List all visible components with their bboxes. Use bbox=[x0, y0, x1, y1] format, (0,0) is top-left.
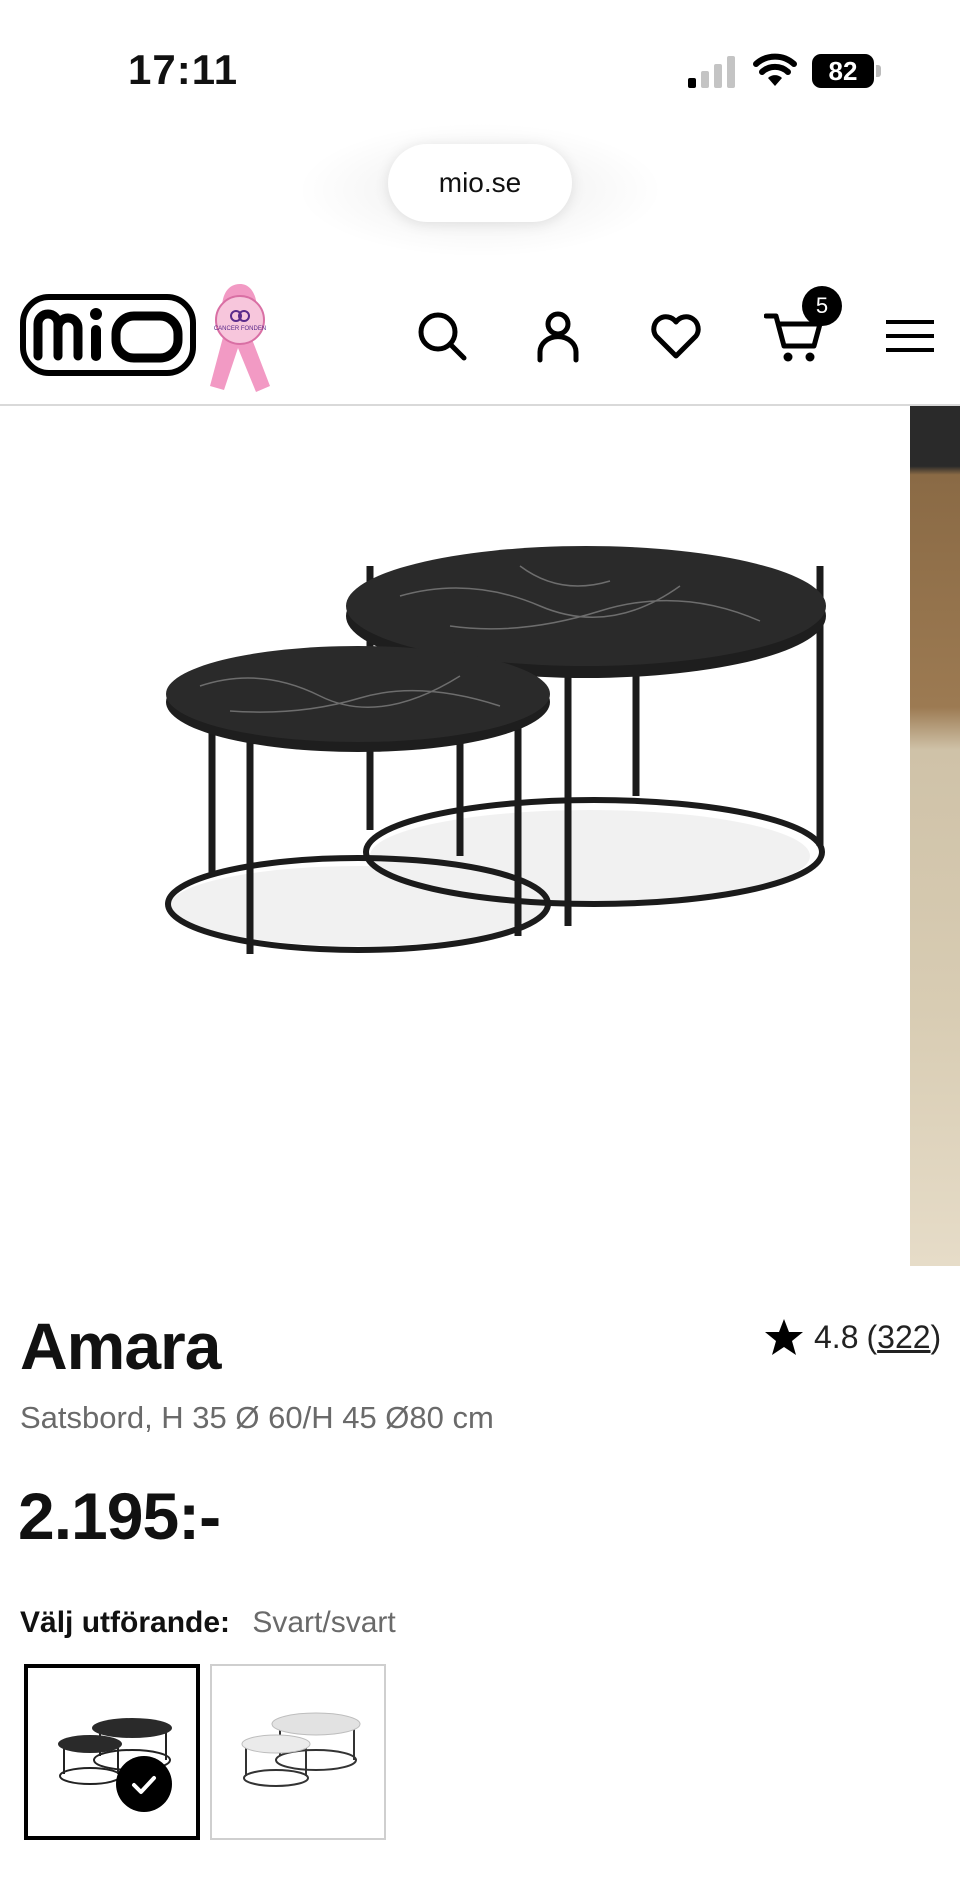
variant-swatch-black[interactable] bbox=[24, 1664, 200, 1840]
rating-count-link[interactable]: 322 bbox=[877, 1319, 930, 1356]
cart-count-badge: 5 bbox=[802, 286, 842, 326]
selected-check-badge bbox=[116, 1756, 172, 1812]
mio-logo[interactable] bbox=[20, 294, 196, 376]
star-icon bbox=[765, 1319, 803, 1355]
wishlist-heart-icon[interactable] bbox=[648, 308, 704, 364]
status-bar: 17:11 82 bbox=[0, 0, 960, 140]
product-rating[interactable]: 4.8 (322) bbox=[764, 1312, 941, 1362]
check-icon bbox=[132, 1776, 156, 1794]
product-subtitle: Satsbord, H 35 Ø 60/H 45 Ø80 cm bbox=[20, 1400, 494, 1435]
ribbon-text: CANCER FONDEN bbox=[214, 326, 266, 332]
variant-selector-label: Välj utförande: Svart/svart bbox=[20, 1606, 396, 1640]
battery-nub bbox=[876, 65, 881, 77]
product-price: 2.195:- bbox=[18, 1479, 221, 1553]
battery-indicator: 82 bbox=[812, 54, 882, 88]
wifi-icon bbox=[753, 53, 797, 86]
battery-level: 82 bbox=[812, 54, 874, 88]
menu-icon[interactable] bbox=[884, 308, 936, 364]
account-icon[interactable] bbox=[530, 308, 586, 364]
product-image[interactable] bbox=[0, 406, 910, 1266]
product-title: Amara bbox=[20, 1309, 221, 1383]
rating-open-paren: ( bbox=[866, 1318, 878, 1355]
variant-white-thumbnail bbox=[241, 1712, 361, 1787]
rating-close-paren: ) bbox=[930, 1318, 942, 1355]
variant-swatch-white[interactable] bbox=[210, 1664, 386, 1840]
status-time: 17:11 bbox=[128, 46, 239, 93]
url-bar[interactable]: mio.se bbox=[388, 144, 572, 222]
next-product-image-peek[interactable] bbox=[910, 406, 960, 1266]
rating-value: 4.8 bbox=[814, 1318, 859, 1355]
site-header: CANCER FONDEN 5 bbox=[0, 268, 960, 406]
variant-label: Välj utförande: bbox=[20, 1606, 231, 1639]
cellular-signal-icon bbox=[688, 56, 735, 88]
search-icon[interactable] bbox=[414, 308, 470, 364]
product-gallery[interactable] bbox=[0, 406, 960, 1266]
variant-value: Svart/svart bbox=[252, 1606, 396, 1639]
cancer-ribbon-logo: CANCER FONDEN bbox=[210, 284, 270, 392]
